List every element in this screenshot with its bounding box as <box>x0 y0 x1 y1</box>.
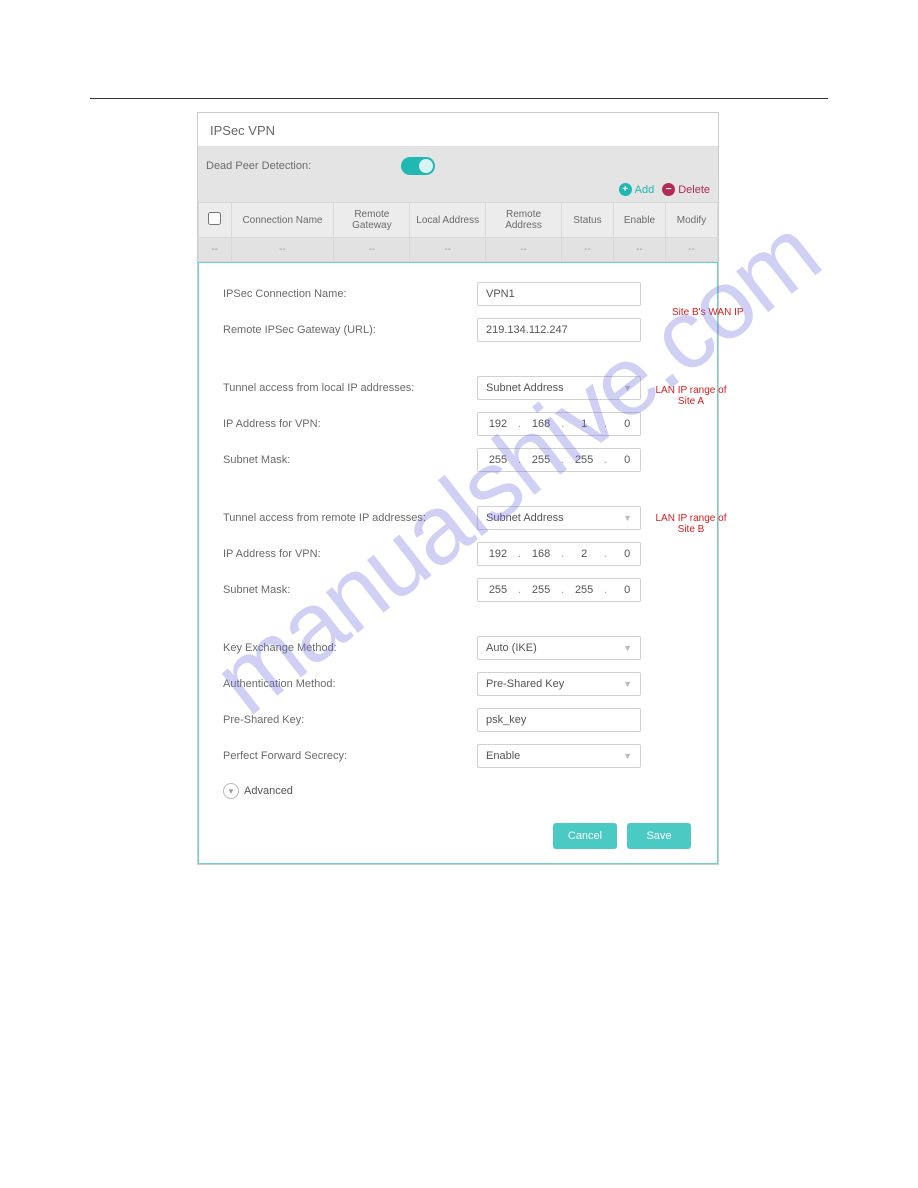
ip-octet[interactable] <box>607 449 641 471</box>
psk-input[interactable] <box>477 708 641 732</box>
ip-local-input[interactable]: . . . <box>477 412 641 436</box>
ip-octet[interactable] <box>564 543 604 565</box>
annotation-lan-b: LAN IP range of Site B <box>651 513 731 535</box>
chevron-down-icon: ▾ <box>223 783 239 799</box>
chevron-down-icon: ▼ <box>623 643 632 653</box>
col-checkbox <box>199 203 232 238</box>
annotation-lan-a: LAN IP range of Site A <box>651 385 731 407</box>
dpd-label: Dead Peer Detection: <box>206 160 311 172</box>
pfs-select[interactable]: Enable ▼ <box>477 744 641 768</box>
connections-table: Connection Name Remote Gateway Local Add… <box>198 202 718 262</box>
col-modify: Modify <box>665 203 717 238</box>
delete-label: Delete <box>678 184 710 196</box>
conn-name-input[interactable] <box>477 282 641 306</box>
ip-octet[interactable] <box>607 579 641 601</box>
ip-octet[interactable] <box>607 413 641 435</box>
cancel-button[interactable]: Cancel <box>553 823 617 849</box>
mask-remote-label: Subnet Mask: <box>223 584 477 596</box>
select-all-checkbox[interactable] <box>208 212 221 225</box>
ip-octet[interactable] <box>478 449 518 471</box>
ip-remote-input[interactable]: . . . <box>477 542 641 566</box>
ip-octet[interactable] <box>521 449 561 471</box>
psk-label: Pre-Shared Key: <box>223 714 477 726</box>
table-actions: + Add − Delete <box>198 183 718 202</box>
annotation-siteb-wan: Site B's WAN IP <box>672 307 744 318</box>
ip-octet[interactable] <box>478 579 518 601</box>
tunnel-remote-value: Subnet Address <box>486 512 564 524</box>
col-local-address: Local Address <box>410 203 486 238</box>
panel-title: IPSec VPN <box>198 113 718 147</box>
cell: -- <box>665 238 717 262</box>
cell: -- <box>486 238 562 262</box>
chevron-down-icon: ▼ <box>623 751 632 761</box>
chevron-down-icon: ▼ <box>623 383 632 393</box>
tunnel-remote-select[interactable]: Subnet Address ▼ <box>477 506 641 530</box>
mask-local-label: Subnet Mask: <box>223 454 477 466</box>
add-button[interactable]: + Add <box>619 183 655 196</box>
chevron-down-icon: ▼ <box>623 679 632 689</box>
panel-controls-band: Dead Peer Detection: + Add − Delete Conn… <box>198 147 718 262</box>
remote-gw-label: Remote IPSec Gateway (URL): <box>223 324 477 336</box>
kex-label: Key Exchange Method: <box>223 642 477 654</box>
cell: -- <box>613 238 665 262</box>
mask-remote-input[interactable]: . . . <box>477 578 641 602</box>
tunnel-remote-label: Tunnel access from remote IP addresses: <box>223 512 477 524</box>
ip-octet[interactable] <box>521 543 561 565</box>
vpn-form: IPSec Connection Name: Remote IPSec Gate… <box>198 262 718 864</box>
ip-octet[interactable] <box>521 413 561 435</box>
ip-octet[interactable] <box>521 579 561 601</box>
advanced-toggle[interactable]: ▾ Advanced <box>223 783 693 799</box>
pfs-label: Perfect Forward Secrecy: <box>223 750 477 762</box>
pfs-value: Enable <box>486 750 520 762</box>
plus-icon: + <box>619 183 632 196</box>
page-top-rule <box>90 98 828 99</box>
col-name: Connection Name <box>231 203 334 238</box>
dpd-row: Dead Peer Detection: <box>198 147 718 183</box>
add-label: Add <box>635 184 655 196</box>
ip-octet[interactable] <box>564 413 604 435</box>
ipsec-vpn-panel: IPSec VPN Dead Peer Detection: + Add − D… <box>197 112 719 865</box>
kex-select[interactable]: Auto (IKE) ▼ <box>477 636 641 660</box>
table-row: -- -- -- -- -- -- -- -- <box>199 238 718 262</box>
cell: -- <box>334 238 410 262</box>
tunnel-local-select[interactable]: Subnet Address ▼ <box>477 376 641 400</box>
conn-name-label: IPSec Connection Name: <box>223 288 477 300</box>
save-button[interactable]: Save <box>627 823 691 849</box>
col-status: Status <box>561 203 613 238</box>
col-enable: Enable <box>613 203 665 238</box>
toggle-knob <box>419 159 433 173</box>
minus-icon: − <box>662 183 675 196</box>
col-remote-gateway: Remote Gateway <box>334 203 410 238</box>
auth-value: Pre-Shared Key <box>486 678 564 690</box>
cell: -- <box>561 238 613 262</box>
dpd-toggle[interactable] <box>401 157 435 175</box>
auth-label: Authentication Method: <box>223 678 477 690</box>
tunnel-local-label: Tunnel access from local IP addresses: <box>223 382 477 394</box>
ip-local-label: IP Address for VPN: <box>223 418 477 430</box>
ip-octet[interactable] <box>478 413 518 435</box>
auth-select[interactable]: Pre-Shared Key ▼ <box>477 672 641 696</box>
ip-octet[interactable] <box>564 449 604 471</box>
ip-octet[interactable] <box>478 543 518 565</box>
cell: -- <box>231 238 334 262</box>
ip-octet[interactable] <box>607 543 641 565</box>
ip-remote-label: IP Address for VPN: <box>223 548 477 560</box>
kex-value: Auto (IKE) <box>486 642 537 654</box>
mask-local-input[interactable]: . . . <box>477 448 641 472</box>
delete-button[interactable]: − Delete <box>662 183 710 196</box>
tunnel-local-value: Subnet Address <box>486 382 564 394</box>
chevron-down-icon: ▼ <box>623 513 632 523</box>
cell: -- <box>199 238 232 262</box>
remote-gw-input[interactable] <box>477 318 641 342</box>
advanced-label: Advanced <box>244 785 293 797</box>
ip-octet[interactable] <box>564 579 604 601</box>
form-buttons: Cancel Save <box>223 817 693 851</box>
col-remote-address: Remote Address <box>486 203 562 238</box>
cell: -- <box>410 238 486 262</box>
